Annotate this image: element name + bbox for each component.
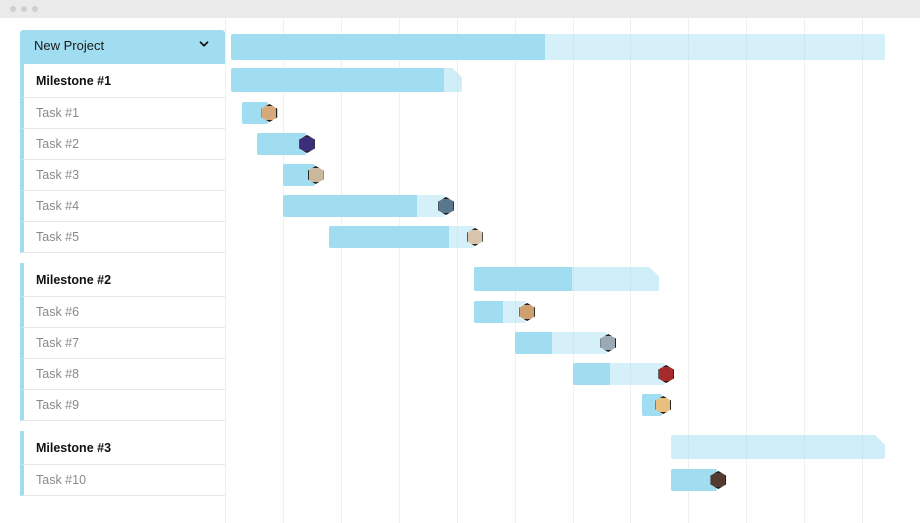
task-label: Task #5 xyxy=(36,230,79,244)
milestone-row[interactable]: Milestone #3 xyxy=(20,431,225,465)
progress-fill xyxy=(329,226,449,248)
gantt-track xyxy=(225,465,920,496)
task-row[interactable]: Task #9 xyxy=(20,390,225,421)
milestone-bar[interactable] xyxy=(231,68,463,92)
project-title: New Project xyxy=(34,38,104,53)
task-row[interactable]: Task #2 xyxy=(20,129,225,160)
assignee-avatar[interactable] xyxy=(437,197,455,215)
project-header[interactable]: New Project xyxy=(20,30,225,64)
chevron-down-icon xyxy=(197,37,211,54)
gantt-chart xyxy=(225,18,920,523)
task-bar[interactable] xyxy=(642,394,662,416)
task-row[interactable]: Task #10 xyxy=(20,465,225,496)
assignee-avatar[interactable] xyxy=(657,365,675,383)
gantt-app: New Project Milestone #1 Task #1 Task #2 Tas… xyxy=(0,18,920,523)
milestone-label: Milestone #1 xyxy=(36,74,111,88)
task-row[interactable]: Task #5 xyxy=(20,222,225,253)
traffic-light xyxy=(32,6,38,12)
spacer xyxy=(20,253,225,263)
window-chrome xyxy=(0,0,920,18)
traffic-light xyxy=(21,6,27,12)
task-bar[interactable] xyxy=(283,164,315,186)
task-bar[interactable] xyxy=(329,226,474,248)
progress-fill xyxy=(474,301,503,323)
gantt-track xyxy=(225,191,920,222)
assignee-avatar[interactable] xyxy=(260,104,278,122)
task-label: Task #3 xyxy=(36,168,79,182)
traffic-light xyxy=(10,6,16,12)
progress-fill xyxy=(573,363,610,385)
sidebar: New Project Milestone #1 Task #1 Task #2 Tas… xyxy=(0,18,225,523)
assignee-avatar[interactable] xyxy=(709,471,727,489)
gantt-track xyxy=(225,98,920,129)
gantt-track xyxy=(225,263,920,297)
task-label: Task #1 xyxy=(36,106,79,120)
gantt-track xyxy=(225,64,920,98)
task-label: Task #8 xyxy=(36,367,79,381)
task-bar[interactable] xyxy=(242,102,268,124)
gantt-track xyxy=(225,328,920,359)
task-label: Task #9 xyxy=(36,398,79,412)
milestone-label: Milestone #2 xyxy=(36,273,111,287)
assignee-avatar[interactable] xyxy=(307,166,325,184)
assignee-avatar[interactable] xyxy=(298,135,316,153)
gantt-track xyxy=(225,129,920,160)
gantt-track xyxy=(225,297,920,328)
gantt-track xyxy=(225,222,920,253)
task-label: Task #10 xyxy=(36,473,86,487)
milestone-row[interactable]: Milestone #1 xyxy=(20,64,225,98)
milestone-row[interactable]: Milestone #2 xyxy=(20,263,225,297)
task-row[interactable]: Task #7 xyxy=(20,328,225,359)
task-label: Task #6 xyxy=(36,305,79,319)
milestone-bar[interactable] xyxy=(474,267,659,291)
assignee-avatar[interactable] xyxy=(654,396,672,414)
gantt-track xyxy=(225,390,920,421)
task-row[interactable]: Task #4 xyxy=(20,191,225,222)
task-bar[interactable] xyxy=(474,301,526,323)
task-bar[interactable] xyxy=(283,195,445,217)
task-label: Task #4 xyxy=(36,199,79,213)
spacer xyxy=(20,421,225,431)
gantt-track xyxy=(225,253,920,263)
task-row[interactable]: Task #3 xyxy=(20,160,225,191)
progress-fill xyxy=(231,68,444,92)
progress-fill xyxy=(283,195,418,217)
gantt-track xyxy=(225,160,920,191)
task-bar[interactable] xyxy=(257,133,306,155)
task-row[interactable]: Task #6 xyxy=(20,297,225,328)
milestone-label: Milestone #3 xyxy=(36,441,111,455)
milestone-bar[interactable] xyxy=(671,435,885,459)
gantt-track xyxy=(225,431,920,465)
task-label: Task #7 xyxy=(36,336,79,350)
progress-fill xyxy=(515,332,552,354)
task-bar[interactable] xyxy=(515,332,608,354)
assignee-avatar[interactable] xyxy=(518,303,536,321)
task-label: Task #2 xyxy=(36,137,79,151)
task-row[interactable]: Task #8 xyxy=(20,359,225,390)
assignee-avatar[interactable] xyxy=(599,334,617,352)
summary-bar[interactable] xyxy=(231,34,885,60)
progress-fill xyxy=(231,34,545,60)
task-bar[interactable] xyxy=(573,363,666,385)
progress-fill xyxy=(474,267,572,291)
gantt-track xyxy=(225,421,920,431)
assignee-avatar[interactable] xyxy=(466,228,484,246)
task-bar[interactable] xyxy=(671,469,717,491)
task-row[interactable]: Task #1 xyxy=(20,98,225,129)
gantt-track xyxy=(225,30,920,64)
gantt-track xyxy=(225,359,920,390)
